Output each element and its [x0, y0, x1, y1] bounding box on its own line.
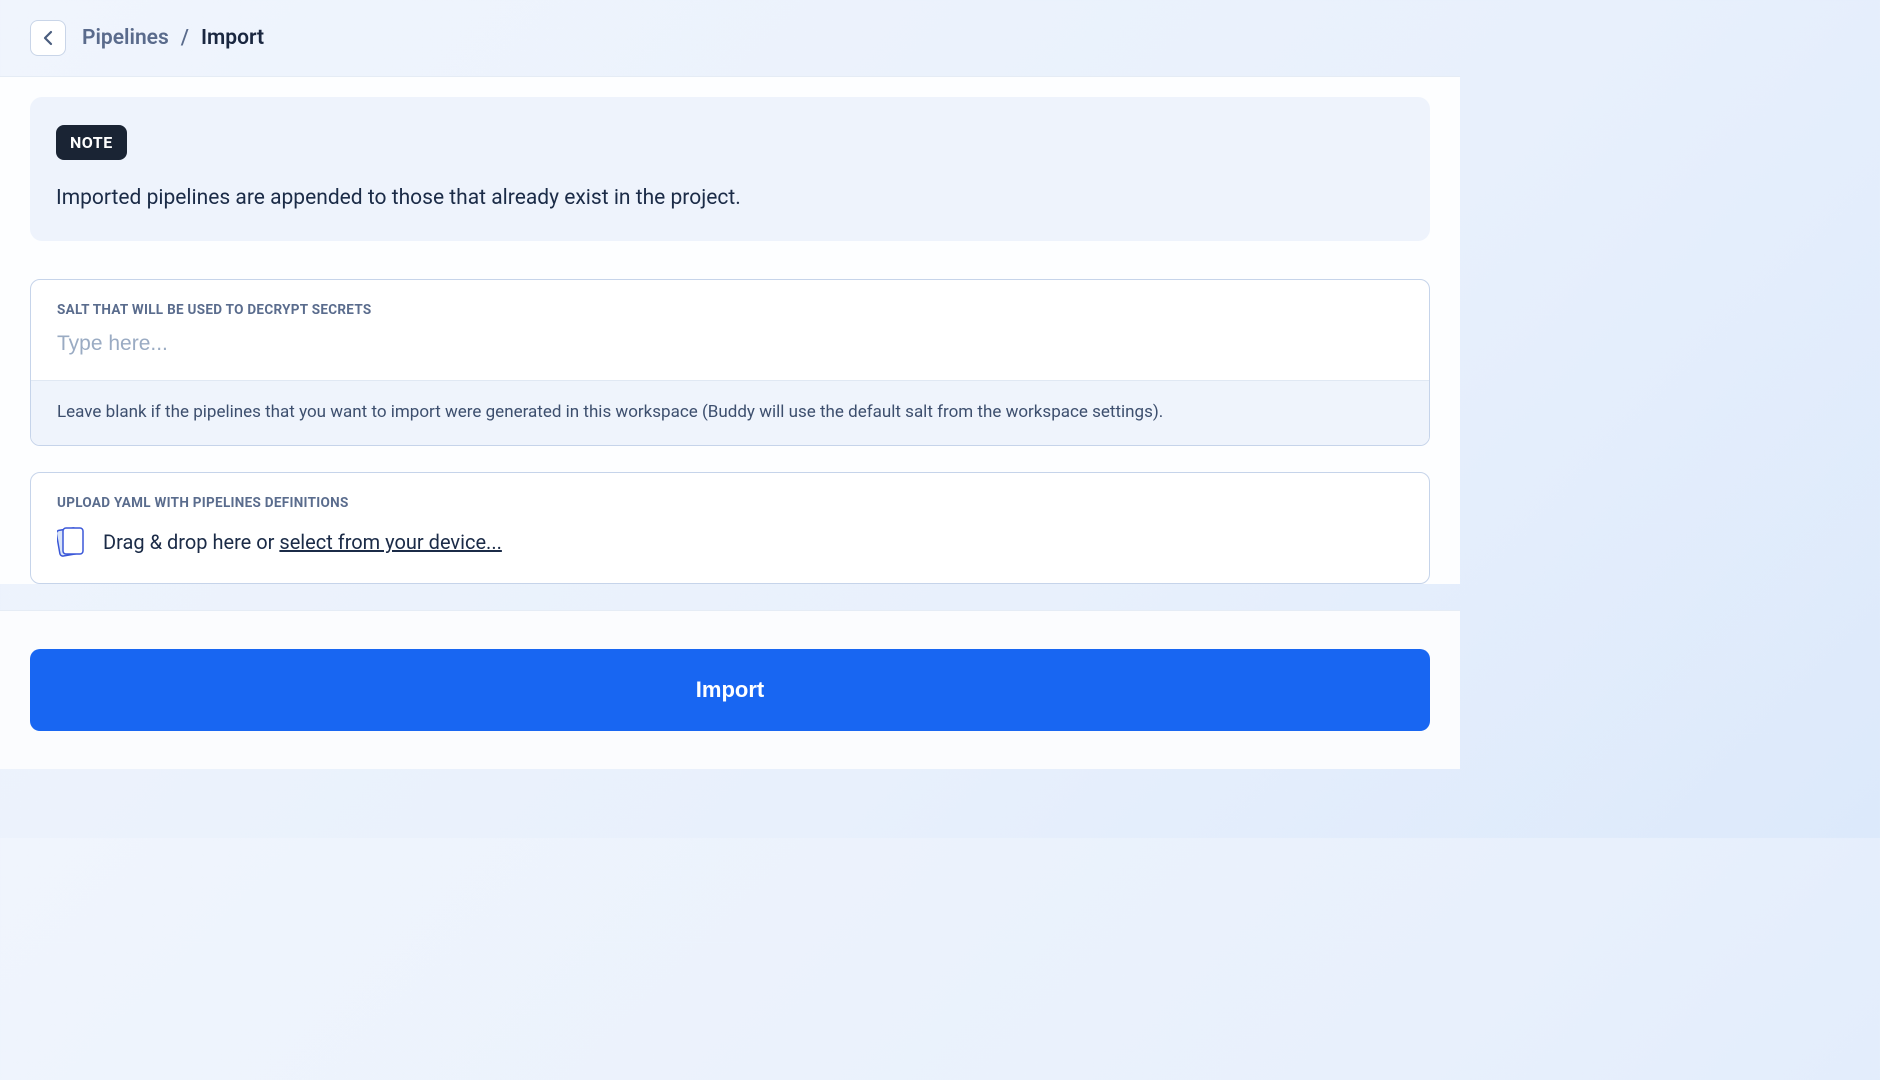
salt-hint: Leave blank if the pipelines that you wa…: [31, 380, 1429, 445]
main-content: NOTE Imported pipelines are appended to …: [0, 76, 1460, 584]
dropzone-prefix: Drag & drop here or: [103, 530, 279, 554]
upload-label: UPLOAD YAML WITH PIPELINES DEFINITIONS: [31, 473, 1429, 525]
upload-section: UPLOAD YAML WITH PIPELINES DEFINITIONS D…: [30, 472, 1430, 584]
chevron-left-icon: [43, 30, 53, 46]
note-text: Imported pipelines are appended to those…: [56, 184, 1404, 213]
breadcrumb-parent-link[interactable]: Pipelines: [82, 26, 169, 50]
salt-label: SALT THAT WILL BE USED TO DECRYPT SECRET…: [31, 280, 1429, 332]
back-button[interactable]: [30, 20, 66, 56]
breadcrumb-current: Import: [201, 26, 264, 50]
header: Pipelines / Import: [0, 0, 1460, 76]
import-button[interactable]: Import: [30, 649, 1430, 731]
upload-dropzone[interactable]: Drag & drop here or select from your dev…: [31, 525, 1429, 583]
dropzone-text: Drag & drop here or select from your dev…: [103, 530, 502, 554]
salt-input[interactable]: [31, 332, 1429, 380]
breadcrumb-separator: /: [181, 26, 189, 50]
salt-section: SALT THAT WILL BE USED TO DECRYPT SECRET…: [30, 279, 1430, 446]
note-badge: NOTE: [56, 125, 127, 160]
note-card: NOTE Imported pipelines are appended to …: [30, 97, 1430, 241]
footer: Import: [0, 610, 1460, 769]
breadcrumb: Pipelines / Import: [82, 26, 264, 50]
file-icon: [57, 525, 85, 559]
select-file-link[interactable]: select from your device...: [279, 530, 502, 554]
